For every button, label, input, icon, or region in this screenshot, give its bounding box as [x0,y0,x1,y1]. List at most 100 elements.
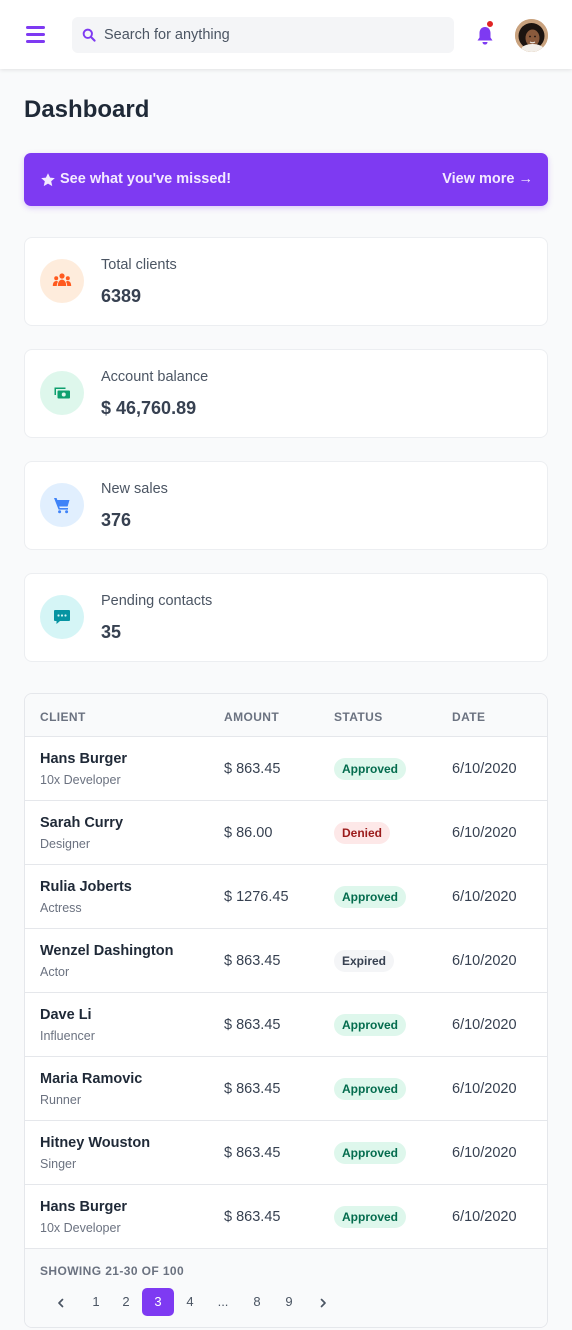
chevron-left-icon [58,1298,64,1307]
status-badge: Approved [334,1014,407,1036]
card-value: 6389 [101,286,142,306]
table-footer: SHOWING 21-30 OF 100 1 2 3 4 ... 8 9 [25,1249,547,1327]
avatar[interactable] [515,19,548,52]
amount-cell: $ 86.00 [224,825,273,841]
pagination-next-button[interactable] [311,1288,335,1316]
card-new-sales: New sales 376 [24,461,548,550]
card-label: New sales [101,481,168,497]
pagination-ellipsis: ... [217,1294,229,1309]
card-icon-wrapper [40,595,84,639]
date-cell: 6/10/2020 [452,1145,517,1161]
date-cell: 6/10/2020 [452,889,517,905]
date-cell: 6/10/2020 [452,825,517,841]
date-cell: 6/10/2020 [452,1209,517,1225]
date-cell: 6/10/2020 [452,1017,517,1033]
status-badge: Denied [334,822,391,844]
pagination-page-4[interactable]: 4 [176,1288,204,1316]
clients-table: CLIENT AMOUNT STATUS DATE Hans Burger 10… [24,693,548,1328]
card-icon-wrapper [40,371,84,415]
column-header-date: DATE [452,710,486,724]
status-badge: Approved [334,1078,407,1100]
bell-icon[interactable] [475,25,495,47]
client-name: Rulia Joberts [40,879,132,895]
amount-cell: $ 863.45 [224,761,281,777]
card-value: $ 46,760.89 [101,398,197,418]
column-header-client: CLIENT [40,710,86,724]
cart-icon [54,498,70,514]
table-header: CLIENT AMOUNT STATUS DATE [25,694,547,737]
pagination-summary: SHOWING 21-30 OF 100 [40,1264,185,1278]
cash-icon [54,387,70,399]
client-name: Dave Li [40,1007,92,1023]
top-header [0,0,572,69]
date-cell: 6/10/2020 [452,761,517,777]
pagination-page-3-active[interactable]: 3 [142,1288,174,1316]
client-role: Designer [40,837,91,851]
amount-cell: $ 863.45 [224,1145,281,1161]
column-header-status: STATUS [334,710,383,724]
client-name: Wenzel Dashington [40,943,174,959]
chat-icon [54,610,70,624]
pagination-page-1[interactable]: 1 [82,1288,110,1316]
amount-cell: $ 863.45 [224,1209,281,1225]
card-value: 376 [101,510,132,530]
status-badge: Approved [334,758,407,780]
card-total-clients: Total clients 6389 [24,237,548,326]
star-icon [41,173,55,187]
table-row: Sarah Curry Designer $ 86.00 Denied 6/10… [25,801,547,865]
pagination-page-9[interactable]: 9 [275,1288,303,1316]
client-name: Hitney Wouston [40,1135,151,1151]
table-row: Dave Li Influencer $ 863.45 Approved 6/1… [25,993,547,1057]
client-role: Actress [40,901,82,915]
table-row: Hans Burger 10x Developer $ 863.45 Appro… [25,1185,547,1249]
view-more-link[interactable]: View more → [442,171,533,187]
client-name: Sarah Curry [40,815,124,831]
status-badge: Approved [334,1206,407,1228]
table-row: Hans Burger 10x Developer $ 863.45 Appro… [25,737,547,801]
client-name: Hans Burger [40,751,128,767]
hamburger-menu-icon[interactable] [26,25,46,43]
client-role: Influencer [40,1029,95,1043]
chevron-right-icon [320,1298,326,1307]
card-icon-wrapper [40,259,84,303]
client-role: Runner [40,1093,81,1107]
client-role: 10x Developer [40,1221,121,1235]
banner-text: See what you've missed! [60,171,232,187]
table-row: Wenzel Dashington Actor $ 863.45 Expired… [25,929,547,993]
table-row: Rulia Joberts Actress $ 1276.45 Approved… [25,865,547,929]
date-cell: 6/10/2020 [452,953,517,969]
card-label: Pending contacts [101,593,213,609]
table-row: Hitney Wouston Singer $ 863.45 Approved … [25,1121,547,1185]
client-name: Hans Burger [40,1199,128,1215]
status-badge: Approved [334,886,407,908]
page-title: Dashboard [24,96,150,123]
search-bar [72,17,454,53]
avatar-image [515,19,548,52]
column-header-amount: AMOUNT [224,710,280,724]
notification-badge [486,20,494,28]
card-label: Total clients [101,257,177,273]
amount-cell: $ 863.45 [224,1017,281,1033]
client-role: Singer [40,1157,77,1171]
search-input[interactable] [104,17,444,53]
client-role: Actor [40,965,70,979]
amount-cell: $ 863.45 [224,1081,281,1097]
card-icon-wrapper [40,483,84,527]
date-cell: 6/10/2020 [452,1081,517,1097]
card-label: Account balance [101,369,209,385]
pagination-page-2[interactable]: 2 [112,1288,140,1316]
status-badge: Expired [334,950,395,972]
table-row: Maria Ramovic Runner $ 863.45 Approved 6… [25,1057,547,1121]
missed-updates-banner[interactable]: See what you've missed! View more → [24,153,548,206]
search-icon [82,28,96,42]
card-value: 35 [101,622,122,642]
amount-cell: $ 1276.45 [224,889,289,905]
client-name: Maria Ramovic [40,1071,143,1087]
status-badge: Approved [334,1142,407,1164]
amount-cell: $ 863.45 [224,953,281,969]
client-role: 10x Developer [40,773,121,787]
people-icon [52,273,72,286]
card-pending-contacts: Pending contacts 35 [24,573,548,662]
pagination-page-8[interactable]: 8 [243,1288,271,1316]
pagination-prev-button[interactable] [49,1288,73,1316]
